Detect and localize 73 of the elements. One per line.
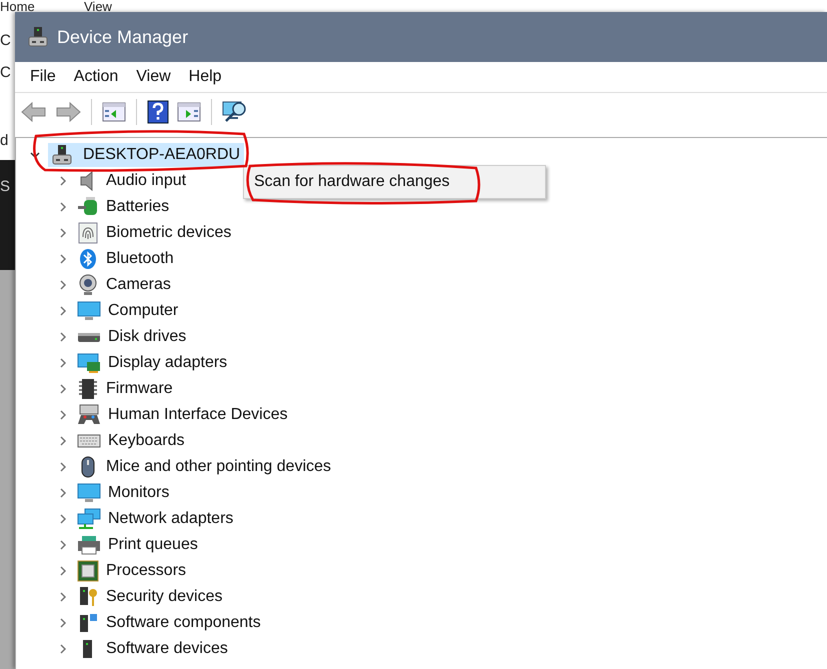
expand-chevron-icon[interactable] bbox=[59, 540, 67, 550]
tower-puzzle-icon bbox=[77, 612, 99, 634]
printer-icon bbox=[77, 534, 101, 556]
background-text: d bbox=[0, 132, 8, 149]
expand-chevron-icon[interactable] bbox=[59, 410, 67, 420]
menu-item[interactable]: Scan for hardware changes bbox=[244, 173, 545, 191]
expand-chevron-icon[interactable] bbox=[59, 384, 67, 394]
background-text: C bbox=[0, 64, 11, 81]
chip-icon bbox=[77, 378, 99, 400]
bluetooth-icon bbox=[77, 248, 99, 270]
window-title: Device Manager bbox=[57, 26, 188, 48]
window-pane-icon[interactable] bbox=[102, 101, 126, 123]
disk-drive-icon bbox=[77, 332, 101, 342]
expand-chevron-icon[interactable] bbox=[59, 306, 67, 316]
tree-item[interactable]: Print queues bbox=[108, 536, 198, 554]
menu-item[interactable]: View bbox=[127, 66, 180, 88]
tree-item[interactable]: Biometric devices bbox=[106, 224, 232, 242]
expand-chevron-icon[interactable] bbox=[59, 644, 67, 654]
tree-item[interactable]: Computer bbox=[108, 302, 178, 320]
expand-chevron-icon[interactable] bbox=[59, 228, 67, 238]
tree-item[interactable]: Batteries bbox=[106, 198, 170, 216]
tree-item[interactable]: Software components bbox=[106, 614, 261, 632]
background-text: S bbox=[0, 178, 10, 195]
tree-item[interactable]: Bluetooth bbox=[106, 250, 174, 268]
computer-tower-icon bbox=[27, 26, 49, 48]
tree-item[interactable]: Firmware bbox=[106, 380, 173, 398]
expand-chevron-icon[interactable] bbox=[59, 280, 67, 290]
expand-chevron-icon[interactable] bbox=[59, 618, 67, 628]
help-icon[interactable] bbox=[147, 100, 169, 124]
tree-item[interactable]: Human Interface Devices bbox=[108, 406, 288, 424]
expand-chevron-icon[interactable] bbox=[59, 358, 67, 368]
menu-item[interactable]: Action bbox=[64, 66, 128, 88]
monitor-card-icon bbox=[77, 352, 101, 374]
computer-tower-icon bbox=[51, 144, 73, 166]
tree-item[interactable]: Mice and other pointing devices bbox=[106, 458, 332, 476]
expand-chevron-icon[interactable] bbox=[59, 176, 67, 186]
tree-item[interactable]: Audio input bbox=[106, 172, 186, 190]
collapse-chevron-icon[interactable] bbox=[30, 151, 40, 159]
expand-chevron-icon[interactable] bbox=[59, 254, 67, 264]
gamepad-keyboard-icon bbox=[77, 404, 101, 426]
tree-item[interactable]: Processors bbox=[106, 562, 186, 580]
tree-node[interactable]: DESKTOP-AEA0RDU bbox=[48, 143, 244, 167]
expand-chevron-icon[interactable] bbox=[59, 488, 67, 498]
ribbon-tab[interactable]: Home bbox=[0, 0, 35, 13]
expand-chevron-icon[interactable] bbox=[59, 592, 67, 602]
expand-chevron-icon[interactable] bbox=[59, 462, 67, 472]
webcam-icon bbox=[77, 274, 99, 296]
processor-icon bbox=[77, 560, 99, 582]
tree-item[interactable]: Display adapters bbox=[108, 354, 228, 372]
expand-chevron-icon[interactable] bbox=[59, 436, 67, 446]
expand-chevron-icon[interactable] bbox=[59, 566, 67, 576]
tree-item[interactable]: Cameras bbox=[106, 276, 171, 294]
expand-chevron-icon[interactable] bbox=[59, 202, 67, 212]
expand-chevron-icon[interactable] bbox=[59, 514, 67, 524]
menu-item[interactable]: File bbox=[21, 66, 65, 88]
monitor-magnifier-icon[interactable] bbox=[222, 100, 248, 124]
network-monitors-icon bbox=[77, 508, 101, 530]
tree-item[interactable]: Keyboards bbox=[108, 432, 184, 450]
battery-plug-icon bbox=[77, 196, 99, 218]
tree-item[interactable]: Network adapters bbox=[108, 510, 234, 528]
tree-item[interactable]: Software devices bbox=[106, 640, 228, 658]
ribbon-tab[interactable]: View bbox=[84, 0, 112, 13]
tower-key-icon bbox=[77, 586, 99, 608]
tree-item[interactable]: Monitors bbox=[108, 484, 170, 502]
menu-item[interactable]: Help bbox=[180, 66, 231, 88]
tree-item[interactable]: Security devices bbox=[106, 588, 222, 606]
expand-chevron-icon[interactable] bbox=[59, 332, 67, 342]
background-text: C bbox=[0, 32, 11, 49]
window-pane-icon[interactable] bbox=[177, 101, 201, 123]
tree-item[interactable]: Disk drives bbox=[108, 328, 186, 346]
fingerprint-icon bbox=[77, 222, 99, 244]
monitor-icon bbox=[77, 300, 101, 322]
monitor-icon bbox=[77, 482, 101, 504]
